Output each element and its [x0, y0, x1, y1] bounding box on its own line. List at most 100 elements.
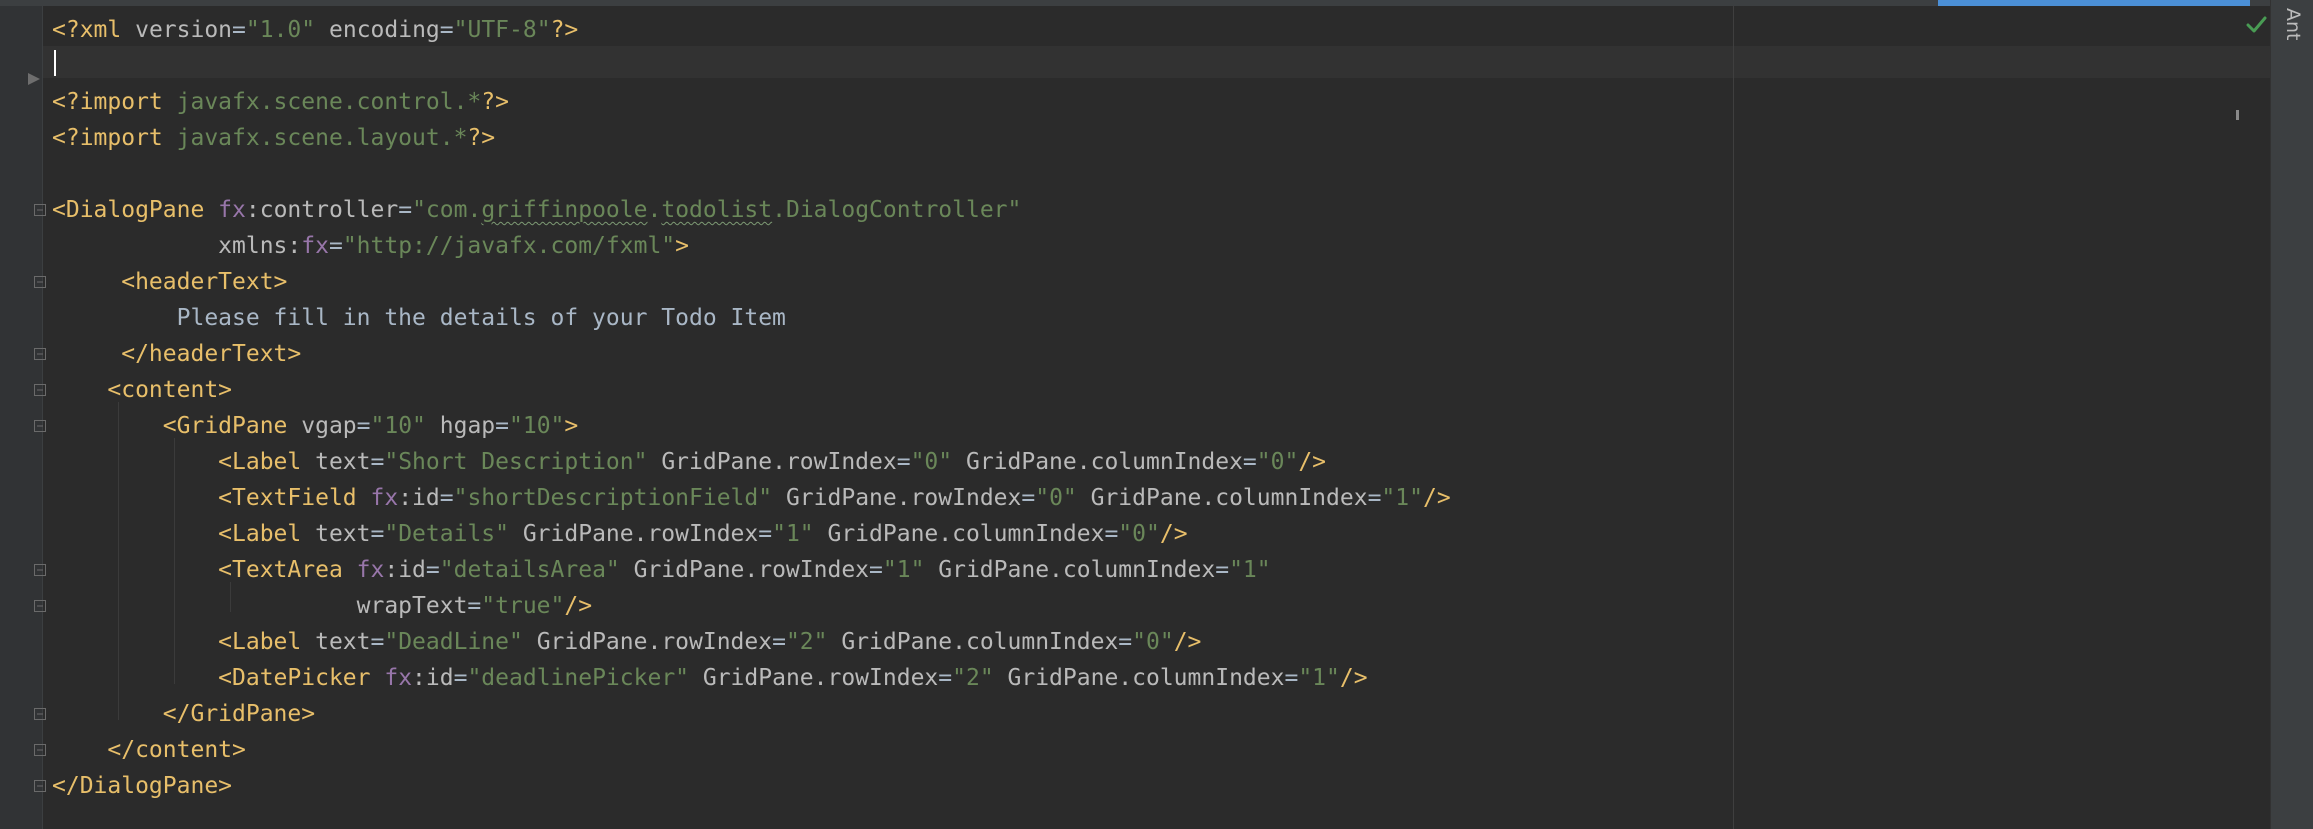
code-token: fx [384, 665, 413, 691]
code-token: "10" [509, 413, 565, 439]
code-token: <?import [52, 89, 177, 115]
code-line[interactable]: <Label text="Details" GridPane.rowIndex=… [52, 516, 1188, 552]
code-token: ?> [550, 17, 579, 43]
code-line[interactable]: </GridPane> [52, 696, 315, 732]
code-token: fx [218, 197, 246, 223]
code-token: = [495, 413, 509, 439]
code-token: <GridPane [52, 413, 302, 439]
current-line-highlight [43, 46, 2270, 78]
code-token: "0" [1035, 485, 1077, 511]
code-line[interactable]: <Label text="DeadLine" GridPane.rowIndex… [52, 624, 1201, 660]
editor-tab-strip [0, 0, 2270, 6]
code-token: fx [370, 485, 399, 511]
code-token: GridPane.columnIndex [813, 521, 1105, 547]
code-token: > [675, 233, 690, 259]
code-token: "com. [412, 197, 482, 223]
code-token: .DialogController" [772, 197, 1022, 223]
code-line[interactable]: <headerText> [52, 264, 287, 300]
code-token: GridPane.rowIndex [689, 665, 939, 691]
code-token: "Short Description" [384, 449, 648, 475]
code-token: text [315, 629, 371, 655]
code-token: "UTF-8" [453, 17, 551, 43]
code-token: = [370, 521, 385, 547]
fold-marker-icon[interactable] [34, 780, 46, 792]
code-token: . [647, 197, 662, 223]
code-line[interactable]: <content> [52, 372, 232, 408]
code-token: "1" [772, 521, 814, 547]
code-token: "1" [1381, 485, 1423, 511]
code-token: "true" [481, 593, 565, 619]
code-token: Please fill in the details of your Todo … [52, 305, 786, 331]
code-line[interactable]: wrapText="true"/> [52, 588, 592, 624]
right-margin-guide [1733, 6, 1734, 829]
code-token: <TextField [52, 485, 371, 511]
code-token: xmlns: [52, 233, 302, 259]
code-token: "1" [882, 557, 925, 583]
code-token: = [1104, 521, 1119, 547]
code-line[interactable]: <Label text="Short Description" GridPane… [52, 444, 1326, 480]
code-token: "10" [370, 413, 426, 439]
code-token: = [1242, 449, 1257, 475]
code-token: <content> [52, 377, 233, 403]
code-line[interactable]: <TextArea fx:id="detailsArea" GridPane.r… [52, 552, 1270, 588]
code-line[interactable]: <GridPane vgap="10" hgap="10"> [52, 408, 578, 444]
check-icon[interactable] [2245, 14, 2267, 40]
code-token: <?import [52, 125, 177, 151]
right-tool-window-bar [2270, 0, 2313, 829]
code-line[interactable]: </content> [52, 732, 246, 768]
code-token: /> [1422, 485, 1451, 511]
code-token: </headerText> [52, 341, 302, 367]
code-token: fx [301, 233, 329, 259]
code-line[interactable]: <?import javafx.scene.control.*?> [52, 84, 509, 120]
code-token: "shortDescriptionField" [453, 485, 773, 511]
fold-marker-icon[interactable] [34, 600, 46, 612]
code-token: wrapText [52, 593, 468, 619]
code-token: GridPane.rowIndex [508, 521, 759, 547]
code-token: = [425, 557, 440, 583]
code-token: <DialogPane [52, 197, 219, 223]
fold-marker-icon[interactable] [34, 384, 46, 396]
code-token: GridPane.rowIndex [647, 449, 897, 475]
code-token: GridPane.rowIndex [522, 629, 773, 655]
code-token: = [1021, 485, 1036, 511]
code-line[interactable]: <DialogPane fx:controller="com.griffinpo… [52, 192, 1021, 228]
code-token: = [1215, 557, 1230, 583]
fold-marker-icon[interactable] [34, 420, 46, 432]
fold-marker-icon[interactable] [34, 708, 46, 720]
code-token: = [1284, 665, 1299, 691]
gutter-separator [42, 6, 43, 829]
code-line[interactable]: </DialogPane> [52, 768, 232, 804]
code-line[interactable]: </headerText> [52, 336, 301, 372]
code-token: hgap [439, 413, 496, 439]
code-line[interactable]: <DatePicker fx:id="deadlinePicker" GridP… [52, 660, 1368, 696]
code-token: = [869, 557, 883, 583]
code-token: "2" [952, 665, 994, 691]
fold-marker-icon[interactable] [34, 204, 46, 216]
code-token: /> [1339, 665, 1368, 691]
code-token: "http://javafx.com/fxml" [342, 233, 676, 259]
code-token: version [135, 17, 233, 43]
ant-tool-tab[interactable]: Ant [2282, 8, 2304, 41]
code-line[interactable]: Please fill in the details of your Todo … [52, 300, 786, 336]
code-token: = [758, 521, 773, 547]
progress-bar [1938, 0, 2250, 6]
fold-marker-icon[interactable] [34, 744, 46, 756]
code-token: = [1367, 485, 1382, 511]
code-line[interactable]: <?import javafx.scene.layout.*?> [52, 120, 495, 156]
code-line[interactable]: <?xml version="1.0" encoding="UTF-8"?> [52, 12, 578, 48]
code-token: fx [356, 557, 385, 583]
code-token: /> [1159, 521, 1188, 547]
fold-marker-icon[interactable] [34, 276, 46, 288]
code-line[interactable]: xmlns:fx="http://javafx.com/fxml"> [52, 228, 689, 264]
code-token: = [453, 665, 468, 691]
fold-marker-icon[interactable] [34, 564, 46, 576]
editor-gutter[interactable] [0, 6, 42, 829]
fold-marker-icon[interactable] [34, 348, 46, 360]
code-token: text [315, 449, 371, 475]
code-token: :id [384, 557, 426, 583]
code-token: </GridPane> [52, 701, 316, 727]
code-line[interactable]: <TextField fx:id="shortDescriptionField"… [52, 480, 1451, 516]
code-token: = [467, 593, 482, 619]
error-stripe-mark[interactable] [2236, 110, 2239, 120]
code-token: griffinpoole [481, 197, 648, 223]
